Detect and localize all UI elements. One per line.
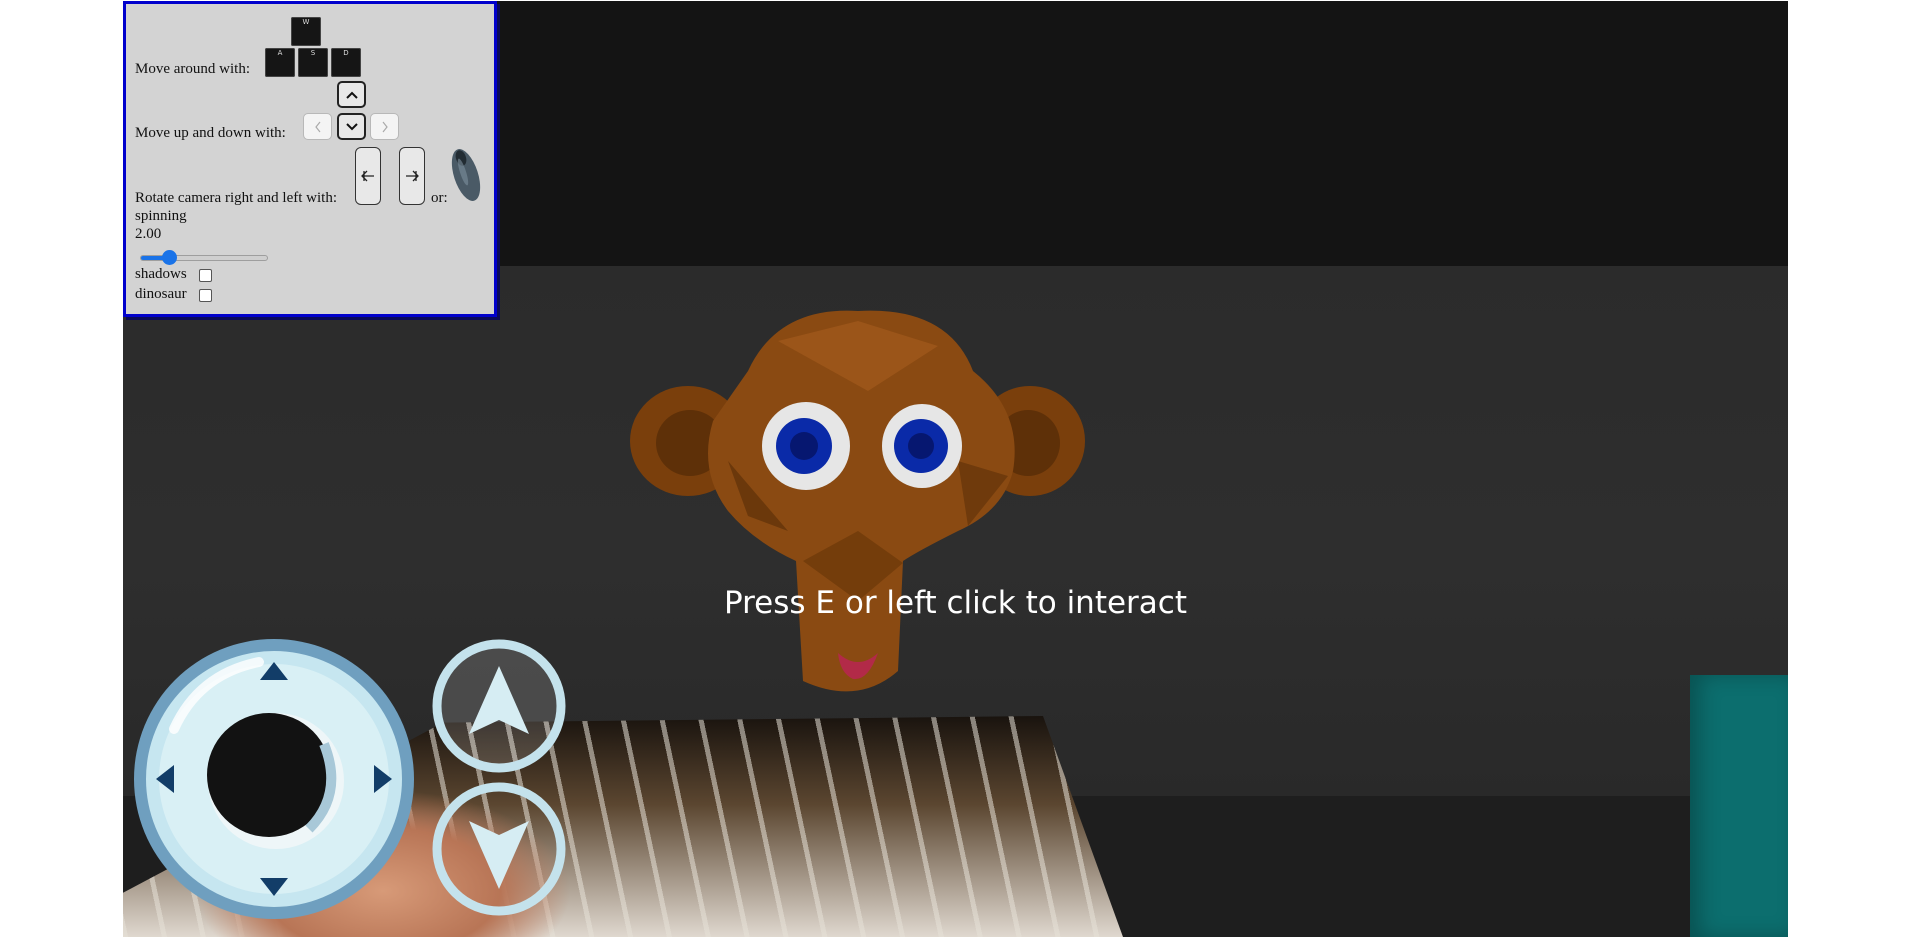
mouse-icon (451, 149, 481, 201)
arrow-left-icon (361, 170, 374, 182)
move-up-button[interactable] (432, 639, 566, 773)
arrow-up-key (337, 81, 366, 108)
key-d: D (331, 48, 361, 77)
dinosaur-label: dinosaur (135, 286, 187, 302)
dinosaur-checkbox[interactable] (199, 289, 212, 302)
controls-panel: W A S D Move around with: Move up and do… (123, 1, 497, 317)
teal-block (1690, 675, 1788, 937)
arrow-right-key (370, 113, 399, 140)
chevron-up-icon (345, 91, 358, 99)
spinning-slider[interactable] (140, 250, 268, 265)
chevron-down-icon (345, 122, 358, 130)
move-down-button[interactable] (432, 782, 566, 916)
or-label: or: (431, 190, 448, 206)
arrow-left-key (303, 113, 332, 140)
arrow-down-icon (469, 821, 529, 889)
key-w: W (291, 17, 321, 46)
virtual-joystick[interactable] (129, 634, 419, 924)
arrow-right-icon (406, 170, 419, 182)
chevron-right-icon (382, 121, 388, 132)
chevron-left-icon (314, 121, 320, 132)
key-s: S (298, 48, 328, 77)
slider-thumb[interactable] (161, 250, 177, 265)
move-label: Move around with: (135, 61, 250, 77)
rotate-left-key (355, 147, 381, 205)
spinning-label: spinning (135, 208, 187, 224)
key-a: A (265, 48, 295, 77)
rotate-right-key (399, 147, 425, 205)
spinning-value: 2.00 (135, 226, 162, 242)
interact-hint: Press E or left click to interact (723, 585, 1188, 621)
updown-label: Move up and down with: (135, 125, 286, 141)
rotate-label: Rotate camera right and left with: (135, 190, 338, 206)
shadows-checkbox[interactable] (199, 269, 212, 282)
shadows-label: shadows (135, 266, 187, 282)
monkey-head-model[interactable] (628, 301, 1088, 701)
up-down-buttons (432, 639, 566, 916)
arrow-down-key (337, 113, 366, 140)
